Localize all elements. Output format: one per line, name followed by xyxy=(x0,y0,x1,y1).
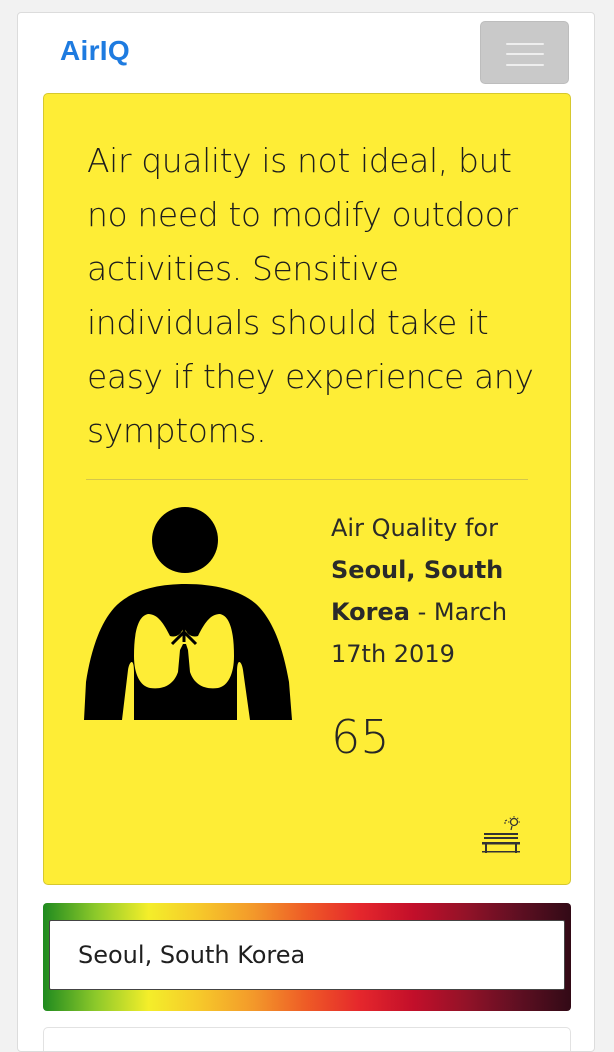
hamburger-menu-icon-bar xyxy=(506,64,544,66)
lungs-person-icon xyxy=(84,507,292,720)
app-frame: AirIQ Air quality is not ideal, but no n… xyxy=(17,12,595,1052)
park-bench-sun-icon xyxy=(482,816,520,853)
hamburger-menu-icon-bar xyxy=(506,53,544,55)
menu-toggle-button[interactable] xyxy=(480,21,569,84)
hamburger-menu-icon xyxy=(506,43,544,45)
brand-logo[interactable]: AirIQ xyxy=(60,35,130,67)
card-divider xyxy=(86,479,528,480)
air-quality-heading: Air Quality for Seoul, South Korea - Mar… xyxy=(331,507,541,675)
aq-separator: - xyxy=(409,598,434,626)
aqi-value: 65 xyxy=(331,710,390,764)
aq-label: Air Quality for xyxy=(331,514,498,542)
next-card xyxy=(43,1027,571,1051)
navbar: AirIQ xyxy=(18,13,594,91)
location-search-input[interactable] xyxy=(49,920,565,990)
air-quality-card: Air quality is not ideal, but no need to… xyxy=(43,93,571,885)
air-quality-advice: Air quality is not ideal, but no need to… xyxy=(87,141,534,450)
location-search-box xyxy=(43,903,571,1011)
